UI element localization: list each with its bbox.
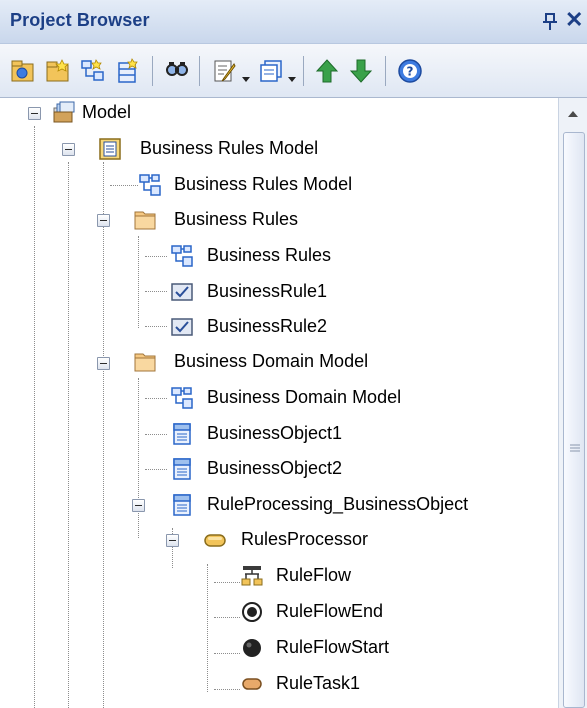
tree-item-label[interactable]: BusinessRule2 [207,316,327,337]
rule-icon [170,280,194,304]
collapse-toggle[interactable] [166,534,179,547]
folder-icon [133,350,157,374]
project-tree: Model Business Rules Model Business Rule… [0,98,558,708]
toolbar-separator [385,56,386,86]
new-package-icon[interactable] [45,58,71,84]
tree-connector [214,653,240,654]
properties-dropdown-icon[interactable] [241,68,251,82]
collapse-toggle[interactable] [28,107,41,120]
tree-item-label[interactable]: Business Rules [207,245,331,266]
operation-icon [203,528,227,552]
tree-connector [138,378,139,538]
tree-item-label[interactable]: Model [82,102,131,123]
package-view-icon [98,137,122,161]
tree-connector [145,291,167,292]
tree-item-label[interactable]: BusinessRule1 [207,281,327,302]
move-down-icon[interactable] [348,58,374,84]
title-bar: Project Browser ✕ [0,0,587,44]
folder-icon [133,208,157,232]
tree-connector [138,236,139,328]
new-diagram-icon[interactable] [80,58,106,84]
panel-title: Project Browser [10,10,150,30]
tree-item-label[interactable]: Business Domain Model [174,351,368,372]
diagram-icon [170,386,194,410]
scroll-up-arrow-icon[interactable] [565,106,581,120]
tree-connector [214,689,240,690]
properties-icon[interactable] [212,58,238,84]
activity-diagram-icon [240,564,264,588]
action-icon [240,672,264,696]
tree-connector [207,564,208,692]
class-icon [170,493,194,517]
tree-item-label[interactable]: Business Domain Model [207,387,401,408]
collapse-toggle[interactable] [97,214,110,227]
tree-connector [68,162,69,708]
vertical-scrollbar[interactable] [558,98,587,708]
tree-connector [110,185,138,186]
class-icon [170,457,194,481]
tree-connector [214,582,240,583]
move-up-icon[interactable] [314,58,340,84]
tree-connector [145,256,167,257]
model-root-icon [52,100,76,124]
tree-item-label[interactable]: RuleFlowStart [276,637,389,658]
tree-connector [145,398,167,399]
tree-connector [145,326,167,327]
toolbar: ? [0,44,587,98]
help-icon[interactable]: ? [397,58,423,84]
tree-item-label[interactable]: BusinessObject1 [207,423,342,444]
tree-item-label[interactable]: RuleProcessing_BusinessObject [207,494,468,515]
tree-connector [34,126,35,708]
tree-item-label[interactable]: BusinessObject2 [207,458,342,479]
collapse-toggle[interactable] [97,357,110,370]
close-icon[interactable]: ✕ [565,7,587,33]
final-node-icon [240,600,264,624]
tree-connector [145,469,167,470]
rule-icon [170,315,194,339]
scrollbar-thumb[interactable] [563,132,585,708]
tree-item-label[interactable]: RulesProcessor [241,529,368,550]
layout-dropdown-icon[interactable] [287,68,297,82]
tree-item-label[interactable]: RuleFlowEnd [276,601,383,622]
tree-item-label[interactable]: RuleFlow [276,565,351,586]
grip-icon [570,438,580,452]
toolbar-separator [199,56,200,86]
collapse-toggle[interactable] [62,143,75,156]
layout-icon[interactable] [258,58,284,84]
svg-text:?: ? [407,65,414,79]
tree-item-label[interactable]: Business Rules Model [140,138,318,159]
diagram-icon [138,173,162,197]
initial-node-icon [240,636,264,660]
tree-connector [103,218,104,708]
tree-connector [214,617,240,618]
toolbar-separator [303,56,304,86]
tree-connector [145,434,167,435]
new-element-icon[interactable] [115,58,141,84]
new-model-icon[interactable] [10,58,36,84]
pin-icon[interactable] [541,12,559,32]
find-icon[interactable] [164,58,190,84]
class-icon [170,422,194,446]
collapse-toggle[interactable] [132,499,145,512]
toolbar-separator [152,56,153,86]
tree-item-label[interactable]: Business Rules Model [174,174,352,195]
tree-item-label[interactable]: Business Rules [174,209,298,230]
tree-item-label[interactable]: RuleTask1 [276,673,360,694]
diagram-icon [170,244,194,268]
